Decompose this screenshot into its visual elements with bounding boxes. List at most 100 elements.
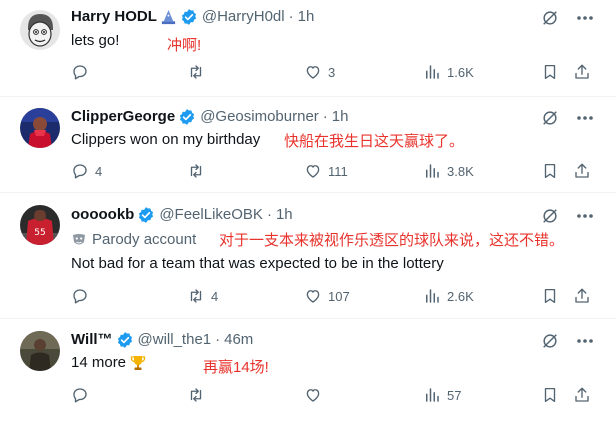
more-options-icon[interactable]: [574, 108, 596, 128]
reply-button[interactable]: [71, 385, 95, 405]
reply-button[interactable]: 4: [71, 161, 102, 181]
translation-text: 再赢14场!: [203, 359, 269, 376]
reply-button[interactable]: [71, 286, 95, 306]
views-button[interactable]: 1.6K: [423, 62, 474, 82]
more-options-icon[interactable]: [574, 331, 596, 351]
more-options-icon[interactable]: [574, 206, 596, 226]
tweet-text: lets go!: [71, 32, 120, 49]
display-name[interactable]: oooookb: [71, 205, 134, 225]
separator-dot: ·: [266, 206, 272, 223]
jersey-avatar-icon: 55: [20, 205, 60, 245]
retweet-button[interactable]: [187, 62, 211, 82]
avatar[interactable]: 55: [20, 205, 60, 245]
reply-icon: [73, 388, 87, 403]
tweet-1[interactable]: Harry HODL @HarryH0dl · 1h lets go! 冲啊!: [0, 0, 616, 97]
handle[interactable]: @HarryH0dl: [202, 7, 285, 27]
views-chart-icon: [426, 164, 439, 178]
share-button[interactable]: [573, 161, 591, 181]
views-button[interactable]: 2.6K: [423, 286, 474, 306]
bookmark-icon: [544, 288, 556, 304]
display-name[interactable]: Will™: [71, 330, 113, 350]
like-button[interactable]: 107: [304, 286, 350, 306]
retweet-button[interactable]: 4: [187, 286, 218, 306]
tweet-4[interactable]: Will™ @will_the1 · 46m 14 more 再赢14场! 57: [0, 319, 616, 424]
trophy-emoji-icon: [130, 356, 146, 370]
grok-icon[interactable]: [541, 109, 559, 127]
translation-text: 快船在我生日这天赢球了。: [284, 133, 465, 150]
views-chart-icon: [426, 289, 439, 303]
wizard-emoji-icon: [161, 9, 175, 24]
heart-icon: [306, 290, 320, 303]
tweet-text: Clippers won on my birthday: [71, 131, 261, 148]
wojak-avatar-icon: [20, 10, 60, 50]
timeline-feed: Harry HODL @HarryH0dl · 1h lets go! 冲啊!: [0, 0, 616, 424]
share-button[interactable]: [573, 286, 591, 306]
timestamp[interactable]: 1h: [332, 107, 349, 127]
reply-icon: [73, 65, 87, 80]
reply-button[interactable]: [71, 62, 95, 82]
tweet-text: Not bad for a team that was expected to …: [71, 255, 444, 272]
view-count: 1.6K: [447, 64, 474, 80]
heart-icon: [306, 66, 320, 79]
like-button[interactable]: 3: [304, 62, 335, 82]
avatar[interactable]: [20, 331, 60, 371]
share-icon: [575, 387, 589, 402]
retweet-count: 4: [211, 288, 219, 304]
timestamp[interactable]: 46m: [224, 330, 253, 350]
grok-icon[interactable]: [541, 9, 559, 27]
views-button[interactable]: 3.8K: [423, 161, 474, 181]
action-bar: 4 107 2.6K: [71, 286, 596, 306]
bookmark-icon: [544, 64, 556, 80]
separator-dot: ·: [322, 108, 328, 125]
translation-text: 对于一支本来被视作乐透区的球队来说，这还不错。: [219, 232, 565, 249]
verified-badge-icon: [181, 9, 196, 25]
tweet-3[interactable]: 55 oooookb @FeelLikeOBK · 1h Parody acco…: [0, 193, 616, 319]
views-button[interactable]: 57: [423, 385, 461, 405]
retweet-button[interactable]: [187, 385, 211, 405]
timestamp[interactable]: 1h: [298, 7, 315, 27]
like-count: 3: [328, 64, 336, 80]
view-count: 3.8K: [447, 163, 474, 179]
bookmark-button[interactable]: [541, 385, 559, 405]
display-name[interactable]: ClipperGeorge: [71, 107, 175, 127]
views-chart-icon: [426, 65, 439, 79]
bookmark-button[interactable]: [541, 161, 559, 181]
handle[interactable]: @Geosimoburner: [200, 107, 319, 127]
handle[interactable]: @will_the1: [138, 330, 212, 350]
bookmark-button[interactable]: [541, 286, 559, 306]
retweet-button[interactable]: [187, 161, 211, 181]
tweet-text: 14 more: [71, 354, 127, 371]
retweet-icon: [190, 289, 202, 303]
parody-text: Parody account: [92, 231, 197, 248]
grok-icon[interactable]: [541, 207, 559, 225]
like-count: 107: [328, 288, 350, 304]
avatar[interactable]: [20, 108, 60, 148]
avatar[interactable]: [20, 10, 60, 50]
verified-badge-icon: [117, 332, 132, 348]
player-avatar-icon: [20, 108, 60, 148]
share-icon: [575, 64, 589, 79]
timestamp[interactable]: 1h: [276, 205, 293, 225]
bookmark-icon: [544, 387, 556, 403]
share-button[interactable]: [573, 62, 591, 82]
bookmark-button[interactable]: [541, 62, 559, 82]
tweet-2[interactable]: ClipperGeorge @Geosimoburner · 1h Clippe…: [0, 97, 616, 193]
display-name[interactable]: Harry HODL: [71, 7, 157, 27]
bookmark-icon: [544, 163, 556, 179]
heart-icon: [306, 165, 320, 178]
separator-dot: ·: [215, 331, 221, 348]
tweet-text-row: 14 more: [71, 353, 147, 373]
translation-text: 冲啊!: [167, 37, 202, 54]
view-count: 2.6K: [447, 288, 474, 304]
grok-icon[interactable]: [541, 332, 559, 350]
view-count: 57: [447, 387, 462, 403]
person-avatar-icon: [20, 331, 60, 371]
more-options-icon[interactable]: [574, 8, 596, 28]
heart-icon: [306, 389, 320, 402]
views-chart-icon: [426, 388, 439, 402]
like-button[interactable]: [304, 385, 328, 405]
handle[interactable]: @FeelLikeOBK: [159, 205, 263, 225]
like-button[interactable]: 111: [304, 161, 348, 181]
share-button[interactable]: [573, 385, 591, 405]
like-count: 111: [328, 163, 348, 179]
